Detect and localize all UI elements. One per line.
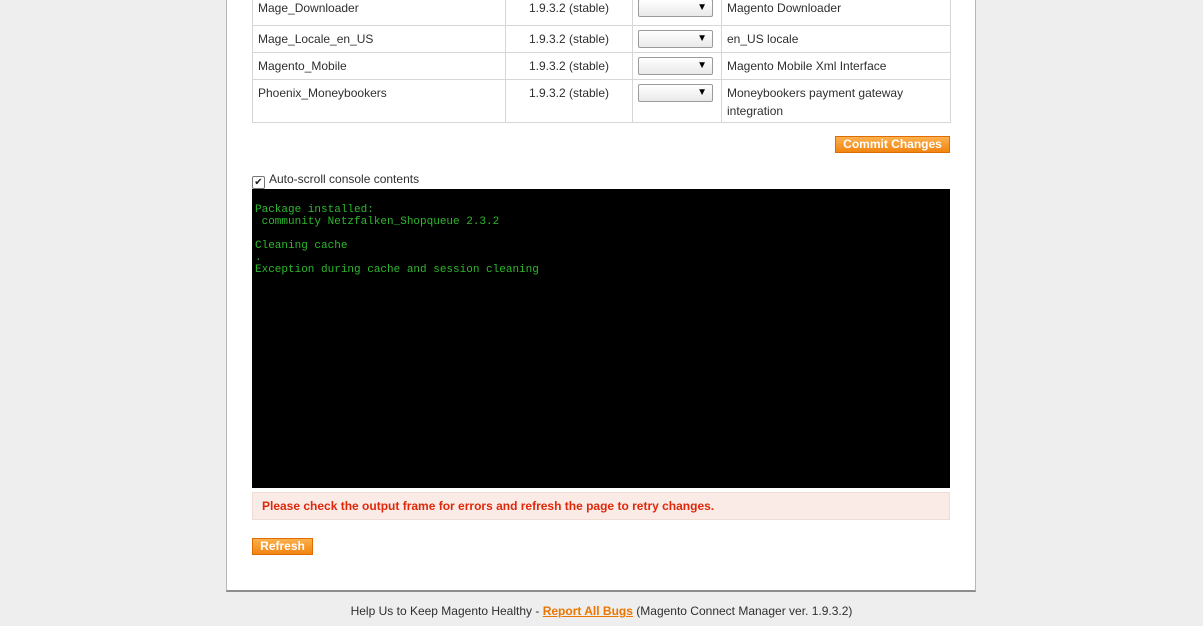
error-message-box: Please check the output frame for errors… xyxy=(252,492,950,520)
autoscroll-label: Auto-scroll console contents xyxy=(269,172,420,186)
action-cell: ▼ xyxy=(632,0,722,26)
footer-suffix: (Magento Connect Manager ver. 1.9.3.2) xyxy=(632,604,853,618)
packages-table: Mage_Downloader 1.9.3.2 (stable) ▼ Magen… xyxy=(252,0,951,123)
console-line: community Netzfalken_Shopqueue 2.3.2 xyxy=(255,216,500,228)
action-select[interactable]: ▼ xyxy=(638,0,713,17)
console-output[interactable]: Package installed: community Netzfalken_… xyxy=(252,189,950,488)
error-message: Please check the output frame for errors… xyxy=(262,499,715,513)
console-line: Package installed: xyxy=(255,204,374,216)
package-summary: Magento Mobile Xml Interface xyxy=(721,52,951,80)
action-cell: ▼ xyxy=(632,79,722,123)
refresh-button[interactable]: Refresh xyxy=(252,538,313,555)
console-line: . xyxy=(255,252,262,264)
package-version: 1.9.3.2 (stable) xyxy=(505,79,633,123)
chevron-down-icon: ▼ xyxy=(697,2,707,13)
package-summary: Magento Downloader xyxy=(721,0,951,26)
table-row: Mage_Downloader 1.9.3.2 (stable) ▼ Magen… xyxy=(252,0,951,26)
package-summary: en_US locale xyxy=(721,25,951,53)
package-name: Mage_Locale_en_US xyxy=(252,25,506,53)
package-version: 1.9.3.2 (stable) xyxy=(505,52,633,80)
autoscroll-checkbox[interactable]: ✔ xyxy=(252,176,265,189)
chevron-down-icon: ▼ xyxy=(697,33,707,44)
package-summary: Moneybookers payment gateway integration xyxy=(721,79,951,123)
package-name: Phoenix_Moneybookers xyxy=(252,79,506,123)
console-line: Exception during cache and session clean… xyxy=(255,264,539,276)
console-line: Cleaning cache xyxy=(255,240,348,252)
action-select[interactable]: ▼ xyxy=(638,57,713,75)
package-name: Magento_Mobile xyxy=(252,52,506,80)
autoscroll-option[interactable]: ✔ Auto-scroll console contents xyxy=(252,172,420,189)
action-select[interactable]: ▼ xyxy=(638,84,713,102)
package-version: 1.9.3.2 (stable) xyxy=(505,25,633,53)
package-version: 1.9.3.2 (stable) xyxy=(505,0,633,26)
footer: Help Us to Keep Magento Healthy - Report… xyxy=(0,604,1203,618)
package-name: Mage_Downloader xyxy=(252,0,506,26)
table-row: Mage_Locale_en_US 1.9.3.2 (stable) ▼ en_… xyxy=(252,25,951,53)
footer-prefix: Help Us to Keep Magento Healthy - xyxy=(350,604,543,618)
commit-changes-button[interactable]: Commit Changes xyxy=(835,136,950,153)
chevron-down-icon: ▼ xyxy=(697,60,707,71)
action-select[interactable]: ▼ xyxy=(638,30,713,48)
main-content-panel: Mage_Downloader 1.9.3.2 (stable) ▼ Magen… xyxy=(226,0,976,592)
chevron-down-icon: ▼ xyxy=(697,87,707,98)
table-row: Magento_Mobile 1.9.3.2 (stable) ▼ Magent… xyxy=(252,52,951,80)
action-cell: ▼ xyxy=(632,25,722,53)
report-bugs-link[interactable]: Report All Bugs xyxy=(543,604,633,618)
action-cell: ▼ xyxy=(632,52,722,80)
table-row: Phoenix_Moneybookers 1.9.3.2 (stable) ▼ … xyxy=(252,79,951,123)
